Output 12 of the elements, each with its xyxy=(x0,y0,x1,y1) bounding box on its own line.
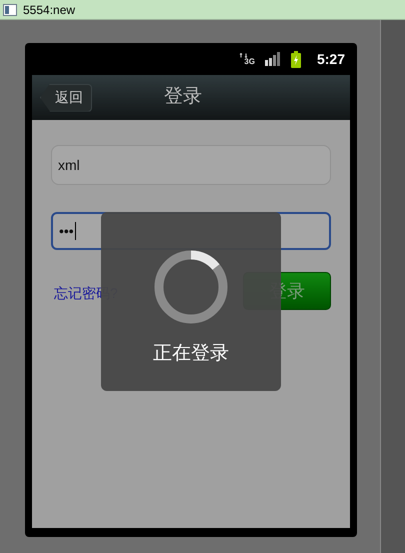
app-icon xyxy=(3,4,17,16)
back-button[interactable]: 返回 xyxy=(40,84,92,112)
progress-message: 正在登录 xyxy=(153,342,229,366)
network-type: 3G xyxy=(244,56,255,68)
network-icon xyxy=(239,52,248,58)
battery-icon xyxy=(290,50,301,68)
signal-icon xyxy=(264,52,281,66)
window-title: 5554:new xyxy=(23,2,76,18)
username-field[interactable]: xml xyxy=(51,145,331,185)
clock-time: 5:27 xyxy=(316,50,345,68)
loading-spinner-icon xyxy=(154,250,228,324)
page-title: 登录 xyxy=(164,85,202,110)
